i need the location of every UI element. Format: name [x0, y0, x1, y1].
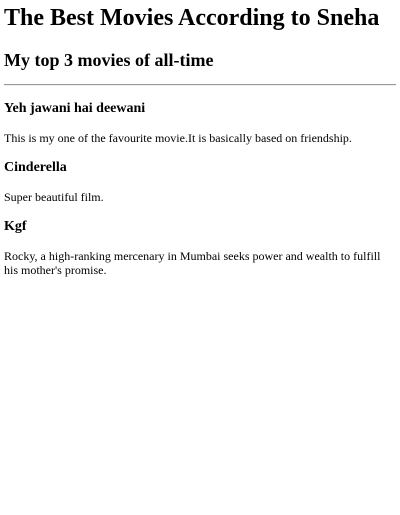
- movie-description: Super beautiful film.: [4, 190, 104, 204]
- page-title: The Best Movies According to Sneha: [4, 5, 380, 31]
- page-subtitle: My top 3 movies of all-time: [4, 50, 214, 70]
- movie-title: Yeh jawani hai deewani: [4, 101, 146, 116]
- movie-description: Rocky, a high-ranking mercenary in Mumba…: [4, 249, 381, 277]
- movie-description: This is my one of the favourite movie.It…: [4, 131, 352, 145]
- movie-title: Cinderella: [4, 160, 67, 175]
- movie-list: Yeh jawani hai deewani This is my one of…: [4, 100, 396, 277]
- movie-title: Kgf: [4, 219, 27, 234]
- divider: [4, 84, 396, 86]
- movie-item: Kgf Rocky, a high-ranking mercenary in M…: [4, 218, 396, 277]
- movie-item: Yeh jawani hai deewani This is my one of…: [4, 100, 396, 145]
- movie-item: Cinderella Super beautiful film.: [4, 159, 396, 204]
